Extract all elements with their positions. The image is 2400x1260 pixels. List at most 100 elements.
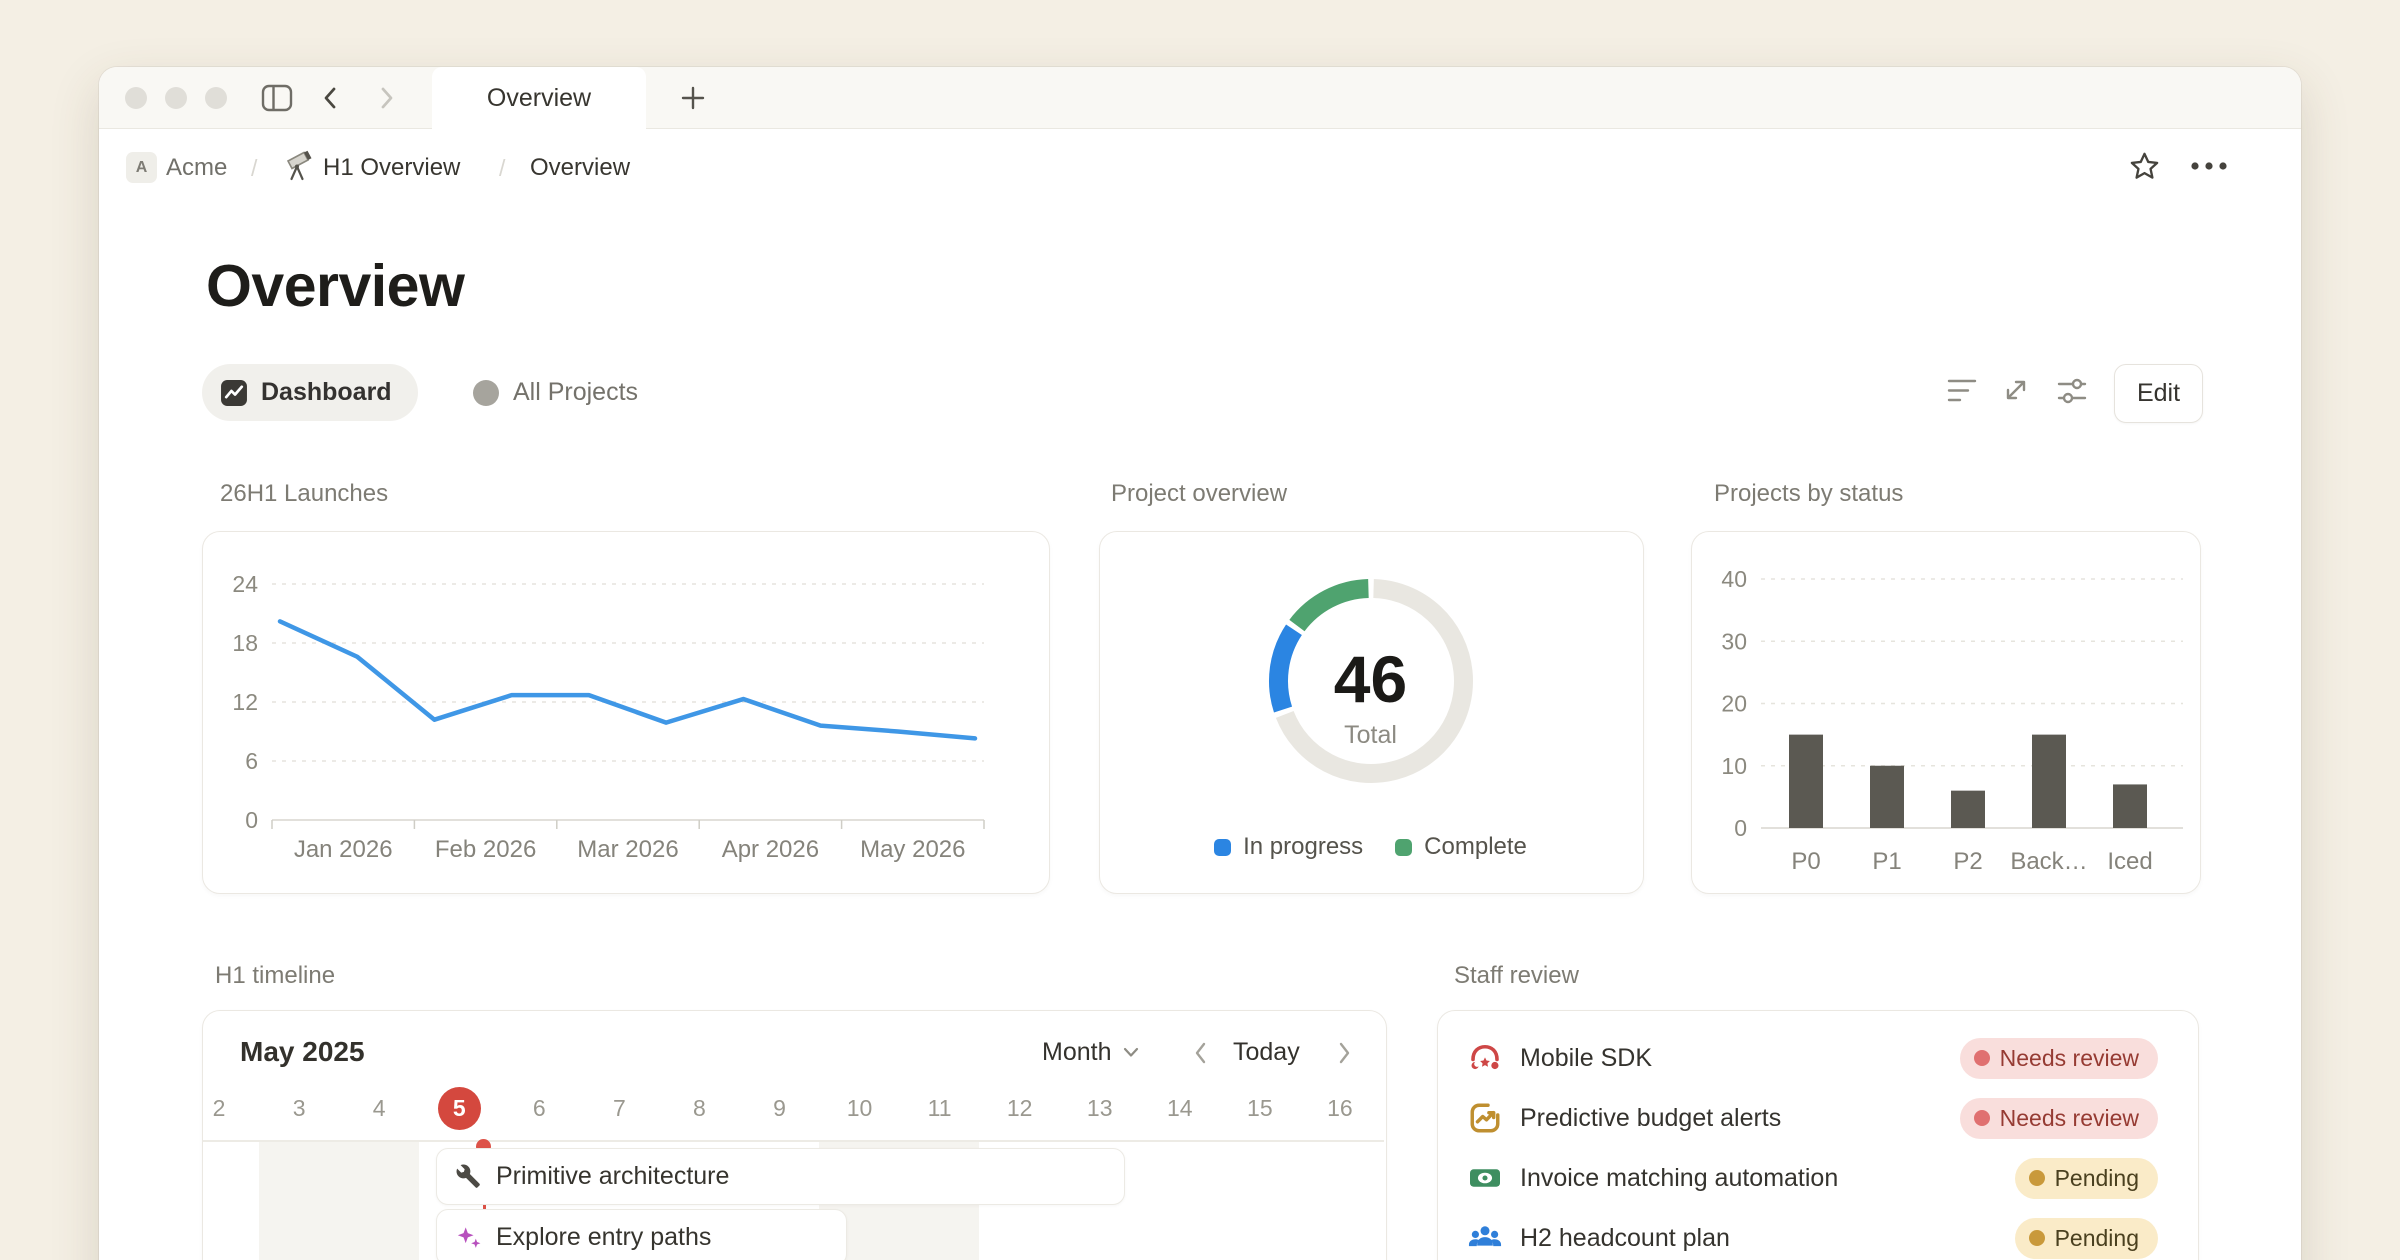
dashboard-chart-icon [220, 379, 248, 407]
svg-text:0: 0 [245, 807, 258, 833]
svg-text:24: 24 [232, 571, 258, 597]
view-tab-dashboard[interactable]: Dashboard [202, 364, 418, 421]
launches-line-chart: 06121824Jan 2026Feb 2026Mar 2026Apr 2026… [220, 545, 1030, 880]
filter-button[interactable] [1946, 377, 1978, 405]
workspace-initial: A [136, 159, 148, 177]
staff-row-mobile-sdk[interactable]: Mobile SDK Needs review [1438, 1028, 2198, 1088]
svg-text:P1: P1 [1872, 848, 1901, 875]
svg-text:P0: P0 [1791, 848, 1820, 875]
svg-text:10: 10 [1721, 753, 1747, 779]
svg-text:40: 40 [1721, 566, 1747, 592]
settings-sliders-button[interactable] [2056, 376, 2088, 406]
timeline-day[interactable]: 3 [259, 1086, 339, 1130]
more-options-button[interactable] [2190, 161, 2230, 171]
section-label-timeline: H1 timeline [215, 962, 335, 990]
window-minimize-button[interactable] [165, 87, 187, 109]
chart-label-projects-by-status: Projects by status [1714, 480, 1903, 508]
status-badge-needs-review: Needs review [1960, 1038, 2158, 1079]
breadcrumb-current-page[interactable]: Overview [530, 152, 630, 184]
view-tab-label: Dashboard [261, 378, 392, 407]
sidebar-toggle-button[interactable] [260, 82, 294, 114]
section-label-staff-review: Staff review [1454, 962, 1579, 990]
status-dot [1974, 1110, 1990, 1126]
legend-swatch-green [1395, 839, 1412, 856]
star-icon [2128, 150, 2161, 183]
timeline-day[interactable]: 11 [900, 1086, 980, 1130]
edit-button[interactable]: Edit [2114, 364, 2203, 423]
collection-dot-icon [472, 379, 500, 407]
workspace-avatar[interactable]: A [126, 152, 157, 183]
legend-complete: Complete [1395, 833, 1527, 861]
window-tab-strip [99, 67, 2301, 129]
sparkles-icon [455, 1224, 482, 1251]
timeline-month-title: May 2025 [240, 1036, 365, 1068]
svg-text:30: 30 [1721, 628, 1747, 654]
nav-forward-button[interactable] [373, 85, 399, 111]
timeline-task-primitive-architecture[interactable]: Primitive architecture [436, 1148, 1125, 1205]
staff-row-invoice-matching-automation[interactable]: Invoice matching automation Pending [1438, 1148, 2198, 1208]
new-tab-button[interactable] [679, 84, 707, 112]
banknote-icon [1467, 1160, 1503, 1196]
sliders-icon [2056, 376, 2088, 406]
donut-legend: In progress Complete [1099, 833, 1642, 861]
timeline-day[interactable]: 16 [1300, 1086, 1380, 1130]
sidebar-toggle-icon [260, 82, 294, 114]
svg-text:20: 20 [1721, 691, 1747, 717]
staff-review-card: Mobile SDK Needs review Predictive budge… [1437, 1010, 2199, 1260]
timeline-day[interactable]: 8 [659, 1086, 739, 1130]
chevron-down-icon [1123, 1047, 1139, 1058]
timeline-day[interactable]: 9 [739, 1086, 819, 1130]
window-zoom-button[interactable] [205, 87, 227, 109]
chevron-right-icon [1334, 1040, 1354, 1066]
breadcrumb-parent-page[interactable]: H1 Overview [323, 152, 460, 184]
desktop: Overview A Acme / H1 Overview / Overview [0, 0, 2400, 1260]
weekend-band [259, 1142, 419, 1260]
timeline-prev-button[interactable] [1191, 1040, 1211, 1066]
timeline-day[interactable]: 13 [1060, 1086, 1140, 1130]
timeline-day[interactable]: 15 [1220, 1086, 1300, 1130]
timeline-day[interactable]: 6 [499, 1086, 579, 1130]
status-badge-pending: Pending [2015, 1158, 2158, 1199]
svg-text:Apr 2026: Apr 2026 [722, 836, 819, 863]
chevron-right-icon [373, 85, 399, 111]
expand-button[interactable] [2000, 374, 2032, 406]
plus-icon [679, 84, 707, 112]
timeline-task-explore-entry-paths[interactable]: Explore entry paths [436, 1209, 847, 1260]
timeline-day-header: 2 3 4 5 6 7 8 9 10 11 12 13 14 15 16 [179, 1086, 1380, 1130]
task-title: Primitive architecture [496, 1162, 729, 1191]
breadcrumb-workspace[interactable]: Acme [166, 152, 227, 184]
timeline-day[interactable]: 12 [980, 1086, 1060, 1130]
favorite-button[interactable] [2128, 150, 2161, 183]
svg-text:May 2026: May 2026 [860, 836, 965, 863]
status-badge-pending: Pending [2015, 1218, 2158, 1259]
status-dot [2029, 1230, 2045, 1246]
window-close-button[interactable] [125, 87, 147, 109]
chevron-left-icon [1191, 1040, 1211, 1066]
timeline-day-active[interactable]: 5 [419, 1086, 499, 1130]
tab-overview[interactable]: Overview [432, 67, 646, 130]
timeline-day[interactable]: 10 [820, 1086, 900, 1130]
staff-row-predictive-budget-alerts[interactable]: Predictive budget alerts Needs review [1438, 1088, 2198, 1148]
svg-text:Mar 2026: Mar 2026 [577, 836, 678, 863]
svg-text:Feb 2026: Feb 2026 [435, 836, 536, 863]
svg-text:6: 6 [245, 748, 258, 774]
status-dot [2029, 1170, 2045, 1186]
timeline-day[interactable]: 7 [579, 1086, 659, 1130]
timeline-today-button[interactable]: Today [1233, 1038, 1300, 1067]
nav-back-button[interactable] [318, 85, 344, 111]
chevron-left-icon [318, 85, 344, 111]
timeline-day[interactable]: 2 [179, 1086, 259, 1130]
filter-icon [1946, 377, 1978, 405]
telescope-icon [281, 148, 315, 182]
projects-by-status-bar-chart: 010203040P0P1P2Back…Iced [1691, 531, 2199, 892]
timeline-next-button[interactable] [1334, 1040, 1354, 1066]
timeline-zoom-selector[interactable]: Month [1042, 1038, 1139, 1067]
legend-in-progress: In progress [1214, 833, 1363, 861]
staff-row-title: Mobile SDK [1520, 1044, 1960, 1073]
staff-row-h2-headcount-plan[interactable]: H2 headcount plan Pending [1438, 1208, 2198, 1260]
timeline-day[interactable]: 14 [1140, 1086, 1220, 1130]
donut-total-caption: Total [1099, 721, 1642, 750]
view-tab-all-projects[interactable]: All Projects [462, 364, 648, 421]
timeline-day[interactable]: 4 [339, 1086, 419, 1130]
breadcrumb-separator: / [251, 152, 257, 184]
